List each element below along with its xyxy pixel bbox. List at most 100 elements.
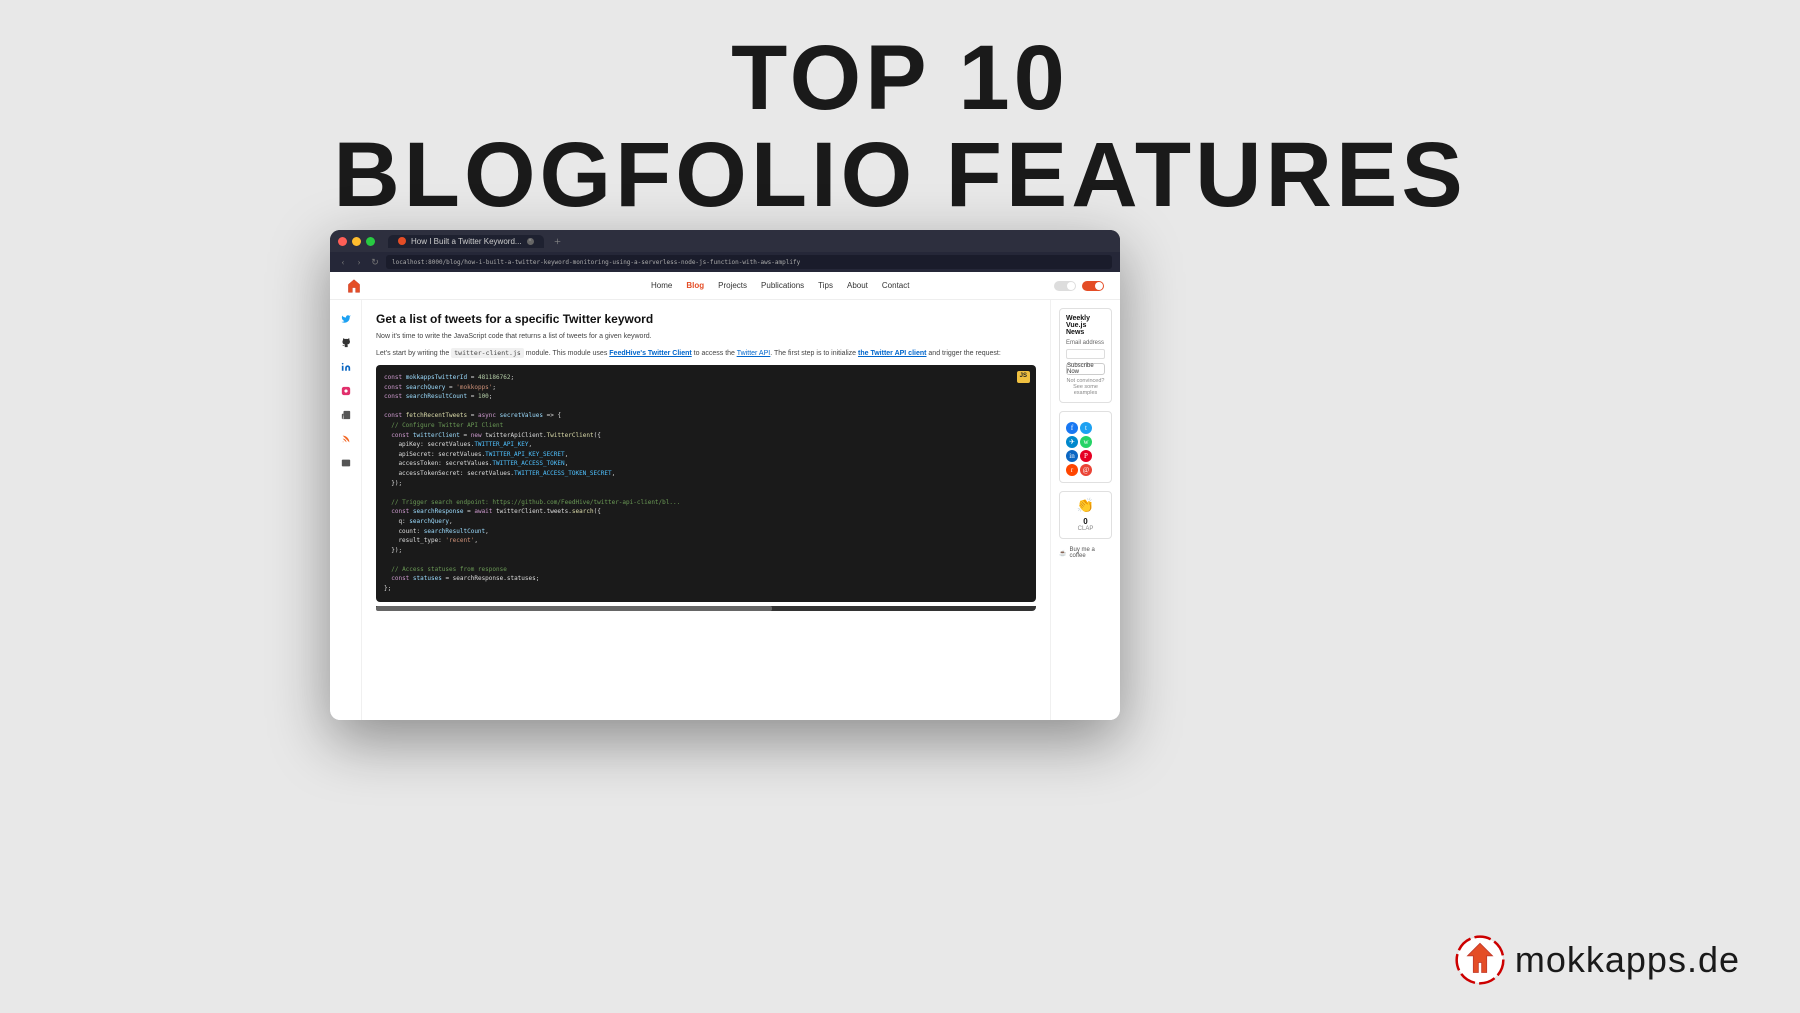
forward-button[interactable]: › [354,257,364,267]
toggle-2[interactable] [1082,281,1104,291]
url-bar[interactable]: localhost:8000/blog/how-i-built-a-twitte… [386,255,1112,269]
browser-window: How I Built a Twitter Keyword... × + ‹ ›… [330,230,1120,720]
browser-tab[interactable]: How I Built a Twitter Keyword... × [388,235,544,248]
email-input[interactable] [1066,349,1105,359]
code-line-13: const searchResponse = await twitterClie… [384,507,1028,517]
inline-code-snippet: twitter-client.js [451,348,524,358]
share-linkedin-icon[interactable]: in [1066,450,1078,462]
nav-blog[interactable]: Blog [686,281,704,290]
code-line-1: const mokkappsTwitterId = 481186762; [384,373,1028,383]
url-text: localhost:8000/blog/how-i-built-a-twitte… [392,259,800,266]
email-social-icon[interactable] [339,456,353,470]
instagram-social-icon[interactable] [339,384,353,398]
mokkapps-logo-icon [1455,935,1505,985]
code-line-18: // Access statuses from response [384,565,1028,575]
code-line-4: const fetchRecentTweets = async secretVa… [384,411,1028,421]
url-bar-area: ‹ › ↻ localhost:8000/blog/how-i-built-a-… [330,252,1120,272]
tab-favicon-icon [398,237,406,245]
toggle-knob-1 [1067,282,1075,290]
code-line-17: }); [384,546,1028,556]
theme-toggles [1054,281,1104,291]
share-twitter-icon[interactable]: t [1080,422,1092,434]
mokkapps-logo-text: mokkapps.de [1515,939,1740,981]
code-line-badge: JS [1017,371,1030,383]
code-line-5: // Configure Twitter API Client [384,421,1028,431]
twitter-social-icon[interactable] [339,312,353,326]
code-line-6: const twitterClient = new twitterApiClie… [384,431,1028,441]
code-line-11: }); [384,479,1028,489]
code-line-3: const searchResultCount = 100; [384,392,1028,402]
browser-frame: How I Built a Twitter Keyword... × + ‹ ›… [330,230,1120,720]
share-pinterest-icon[interactable]: P [1080,450,1092,462]
clap-hand-icon: 👏 [1077,498,1094,515]
toggle-1[interactable] [1054,281,1076,291]
code-line-8: apiSecret: secretValues.TWITTER_API_KEY_… [384,450,1028,460]
back-button[interactable]: ‹ [338,257,348,267]
refresh-button[interactable]: ↻ [370,257,380,267]
newsletter-title: Weekly Vue.jsNews [1066,315,1105,336]
nav-publications[interactable]: Publications [761,281,804,290]
browser-chrome: How I Built a Twitter Keyword... × + [330,230,1120,252]
code-scrollbar-thumb[interactable] [376,606,772,611]
nav-about[interactable]: About [847,281,868,290]
right-sidebar: Weekly Vue.jsNews Email address Subscrib… [1050,300,1120,720]
site-logo [346,278,362,294]
code-line-15: count: searchResultCount, [384,527,1028,537]
share-icons-list: f t ✈ w in P r @ [1066,422,1105,476]
page-headline: TOP 10 BLOGFOLIO FEATURES [0,0,1800,223]
share-facebook-icon[interactable]: f [1066,422,1078,434]
nav-home[interactable]: Home [651,281,672,290]
bottom-logo: mokkapps.de [1455,935,1740,985]
code-line-16: result_type: 'recent', [384,536,1028,546]
headline-line1: TOP 10 [0,30,1800,127]
subscribe-button[interactable]: Subscribe Now [1066,363,1105,375]
article-body: Let's start by writing the twitter-clien… [376,349,1036,360]
feedhive-link[interactable]: FeedHive's Twitter Client [609,350,691,357]
browser-content: Get a list of tweets for a specific Twit… [330,300,1120,720]
site-navigation: Home Blog Projects Publications Tips Abo… [330,272,1120,300]
code-block: JS const mokkappsTwitterId = 481186762; … [376,365,1036,602]
tab-close-icon[interactable]: × [527,238,534,245]
code-line-20: }; [384,584,1028,594]
tab-label: How I Built a Twitter Keyword... [411,237,522,246]
nav-projects[interactable]: Projects [718,281,747,290]
close-button-icon[interactable] [338,237,347,246]
coffee-icon: ☕ [1059,550,1066,557]
minimize-button-icon[interactable] [352,237,361,246]
share-whatsapp-icon[interactable]: w [1080,436,1092,448]
clap-widget[interactable]: 👏 0 CLAP [1059,491,1112,539]
code-line-9: accessToken: secretValues.TWITTER_ACCESS… [384,459,1028,469]
new-tab-button[interactable]: + [551,234,565,248]
news-social-icon[interactable] [339,408,353,422]
rss-social-icon[interactable] [339,432,353,446]
article-intro: Now it's time to write the JavaScript co… [376,332,1036,343]
share-widget: f t ✈ w in P r @ [1059,411,1112,483]
code-line-2: const searchQuery = 'mokkopps'; [384,383,1028,393]
coffee-button[interactable]: ☕ Buy me a coffee [1059,547,1112,559]
twitter-api-link[interactable]: Twitter API [737,350,770,357]
coffee-label: Buy me a coffee [1069,547,1112,559]
nav-links: Home Blog Projects Publications Tips Abo… [651,281,909,290]
newsletter-subtext: Not convinced? See some examples [1066,378,1105,396]
github-social-icon[interactable] [339,336,353,350]
email-label: Email address [1066,340,1105,346]
twitter-api-client-link[interactable]: the Twitter API client [858,350,926,357]
clap-count: 0 [1083,517,1087,526]
code-line-12: // Trigger search endpoint: https://gith… [384,498,1028,508]
headline-line2: BLOGFOLIO FEATURES [0,127,1800,224]
code-line-14: q: searchQuery, [384,517,1028,527]
maximize-button-icon[interactable] [366,237,375,246]
nav-tips[interactable]: Tips [818,281,833,290]
article-title: Get a list of tweets for a specific Twit… [376,312,1036,326]
share-telegram-icon[interactable]: ✈ [1066,436,1078,448]
newsletter-widget: Weekly Vue.jsNews Email address Subscrib… [1059,308,1112,403]
linkedin-social-icon[interactable] [339,360,353,374]
code-line-19: const statuses = searchResponse.statuses… [384,574,1028,584]
main-article-content: Get a list of tweets for a specific Twit… [362,300,1050,720]
code-line-10: accessTokenSecret: secretValues.TWITTER_… [384,469,1028,479]
social-sidebar [330,300,362,720]
code-scrollbar[interactable] [376,606,1036,611]
nav-contact[interactable]: Contact [882,281,910,290]
share-email-icon[interactable]: @ [1080,464,1092,476]
share-reddit-icon[interactable]: r [1066,464,1078,476]
